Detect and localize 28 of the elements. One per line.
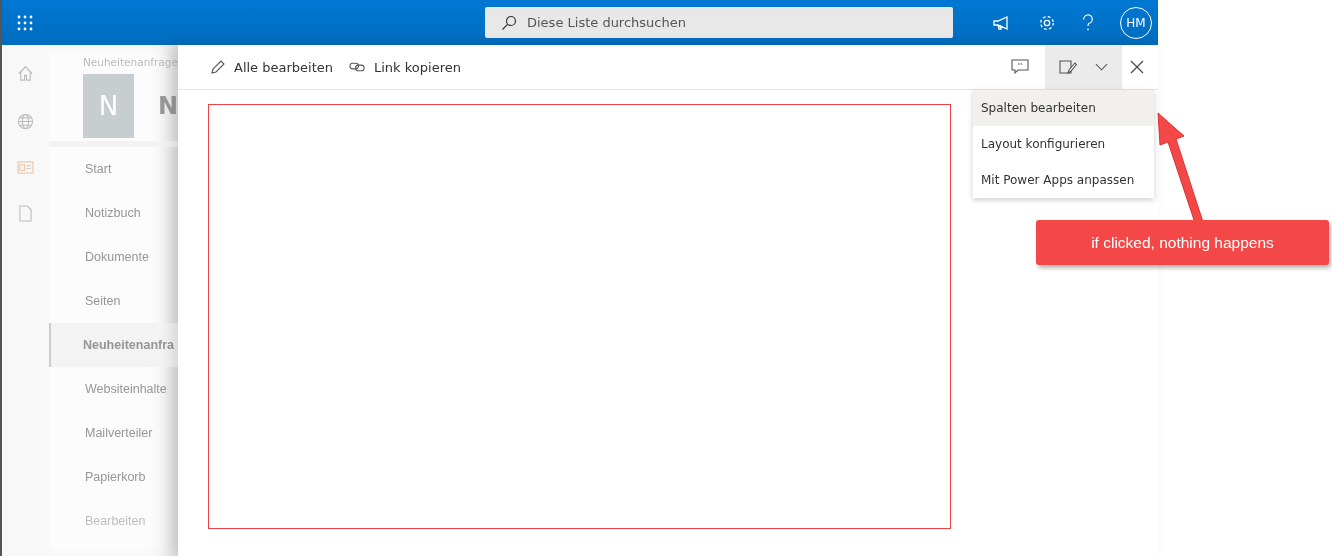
nav-link[interactable]: Dokumente bbox=[49, 235, 178, 279]
menu-item[interactable]: Mit Power Apps anpassen bbox=[973, 162, 1154, 198]
nav-link[interactable]: Neuheitenanfra bbox=[49, 323, 178, 367]
nav-link[interactable]: Notizbuch bbox=[49, 191, 178, 235]
nav-link[interactable]: Papierkorb bbox=[49, 455, 178, 499]
search-field[interactable]: Diese Liste durchsuchen bbox=[525, 14, 953, 31]
app-launcher-icon[interactable] bbox=[17, 14, 33, 31]
comment-icon[interactable] bbox=[1011, 59, 1029, 75]
form-edit-button[interactable] bbox=[1045, 45, 1122, 89]
chevron-down-icon bbox=[1095, 63, 1108, 71]
nav-link[interactable]: Start bbox=[49, 147, 178, 191]
nav-link[interactable]: Mailverteiler bbox=[49, 411, 178, 455]
annotation-callout: if clicked, nothing happens bbox=[1036, 220, 1329, 265]
settings-icon[interactable] bbox=[1038, 13, 1056, 32]
search-box[interactable]: Diese Liste durchsuchen bbox=[485, 7, 953, 38]
pencil-icon bbox=[210, 59, 226, 75]
site-title: N bbox=[157, 92, 178, 120]
copy-link-button[interactable]: Link kopieren bbox=[349, 59, 469, 75]
close-icon[interactable] bbox=[1130, 60, 1144, 74]
search-icon bbox=[501, 14, 517, 31]
nav-link[interactable]: Websiteinhalte bbox=[49, 367, 178, 411]
nav-link[interactable]: Seiten bbox=[49, 279, 178, 323]
menu-item[interactable]: Spalten bearbeiten bbox=[973, 90, 1154, 126]
link-icon bbox=[349, 61, 366, 73]
edit-all-button[interactable]: Alle bearbeiten bbox=[210, 59, 341, 75]
help-icon[interactable] bbox=[1082, 13, 1094, 32]
menu-item[interactable]: Layout konfigurieren bbox=[973, 126, 1154, 162]
form-edit-icon bbox=[1059, 59, 1077, 75]
